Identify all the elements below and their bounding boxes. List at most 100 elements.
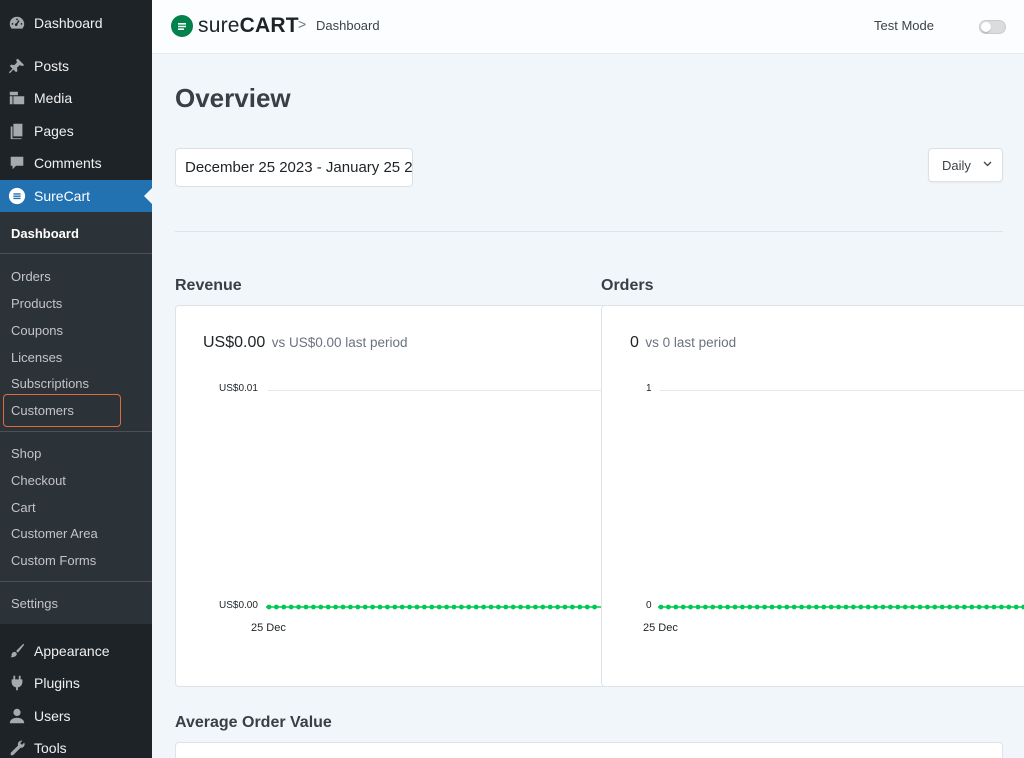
orders-data-point [843, 604, 849, 610]
surecart-logo[interactable]: sureCART [171, 13, 299, 39]
revenue-data-point [296, 604, 301, 610]
submenu-licenses[interactable]: Licenses [11, 350, 62, 365]
orders-data-point [880, 604, 886, 610]
submenu-cart[interactable]: Cart [11, 500, 36, 515]
page-title: Overview [175, 83, 291, 113]
revenue-data-point [496, 604, 501, 610]
revenue-data-point [385, 604, 390, 610]
orders-data-point [732, 604, 738, 610]
orders-compare: vs 0 last period [645, 335, 737, 350]
submenu-coupons[interactable]: Coupons [11, 323, 63, 338]
revenue-data-point [362, 604, 368, 610]
revenue-data-point [451, 604, 457, 610]
breadcrumb-separator: > [298, 16, 307, 32]
orders-series-line [658, 604, 1024, 610]
submenu-orders[interactable]: Orders [11, 269, 51, 284]
submenu-settings[interactable]: Settings [11, 596, 58, 611]
menu-item-dashboard[interactable]: Dashboard [0, 7, 152, 39]
user-icon [8, 707, 26, 725]
orders-data-point [703, 604, 708, 610]
orders-data-point [784, 604, 790, 610]
revenue-data-point [281, 604, 287, 610]
menu-label: Pages [34, 123, 74, 139]
menu-item-users[interactable]: Users [0, 700, 152, 732]
orders-data-point [910, 604, 915, 610]
orders-data-point [747, 604, 753, 610]
menu-item-plugins[interactable]: Plugins [0, 667, 152, 699]
orders-data-point [932, 604, 938, 610]
menu-item-tools[interactable]: Tools [0, 732, 152, 758]
menu-item-media[interactable]: Media [0, 82, 152, 114]
revenue-data-point [414, 604, 420, 610]
revenue-value: US$0.00 [203, 334, 266, 351]
revenue-data-point [592, 604, 597, 610]
section-divider [175, 231, 1003, 232]
plugin-icon [8, 674, 26, 692]
orders-data-point [695, 604, 701, 610]
revenue-data-point [518, 604, 523, 610]
orders-data-point [658, 604, 664, 610]
submenu-checkout[interactable]: Checkout [11, 473, 66, 488]
menu-label: Comments [34, 155, 102, 171]
orders-data-point [836, 604, 841, 610]
revenue-data-point [473, 604, 479, 610]
orders-data-point [673, 604, 679, 610]
revenue-data-point [266, 604, 272, 610]
menu-item-surecart[interactable]: SureCart [0, 180, 152, 212]
revenue-gridline [268, 390, 601, 391]
orders-data-point [954, 604, 960, 610]
revenue-data-point [503, 604, 509, 610]
orders-data-point [976, 604, 982, 610]
menu-label: Dashboard [34, 15, 103, 31]
toggle-knob [981, 22, 991, 32]
aov-heading: Average Order Value [175, 714, 332, 731]
wrench-icon [8, 739, 26, 757]
revenue-data-point [399, 604, 405, 610]
submenu-custom-forms[interactable]: Custom Forms [11, 553, 96, 568]
surecart-wordmark: sureCART [198, 14, 299, 37]
media-icon [8, 89, 26, 107]
menu-label: SureCart [34, 188, 91, 204]
test-mode-toggle[interactable] [979, 20, 1006, 34]
orders-gridline [660, 390, 1024, 391]
menu-item-posts[interactable]: Posts [0, 50, 152, 82]
revenue-y-tick-top: US$0.01 [219, 383, 258, 394]
admin-sidebar: Dashboard Posts Media Pages Comments Sur… [0, 0, 152, 758]
orders-data-point [777, 604, 782, 610]
date-range-picker[interactable]: December 25 2023 - January 25 2024 [175, 148, 413, 187]
top-bar: sureCART > Dashboard Test Mode [152, 0, 1024, 54]
orders-data-point [717, 604, 723, 610]
orders-data-point [688, 604, 693, 610]
revenue-data-point [274, 604, 279, 610]
aov-card [175, 742, 1003, 758]
orders-data-point [969, 604, 975, 610]
submenu-products[interactable]: Products [11, 296, 62, 311]
orders-data-point [769, 604, 775, 610]
menu-item-comments[interactable]: Comments [0, 147, 152, 179]
revenue-data-point [562, 604, 568, 610]
submenu-customer-area[interactable]: Customer Area [11, 526, 98, 541]
submenu-divider [0, 253, 152, 254]
revenue-data-point [436, 604, 442, 610]
orders-y-tick-bottom: 0 [646, 600, 652, 611]
pin-icon [8, 57, 26, 75]
surecart-icon [8, 187, 26, 205]
interval-select-value: Daily [942, 158, 971, 173]
orders-data-point [947, 604, 952, 610]
orders-data-point [821, 604, 827, 610]
revenue-data-point [377, 604, 383, 610]
menu-item-appearance[interactable]: Appearance [0, 635, 152, 667]
submenu-dashboard[interactable]: Dashboard [11, 226, 79, 241]
orders-data-point [858, 604, 864, 610]
orders-data-point [939, 604, 945, 610]
revenue-data-point [525, 604, 531, 610]
orders-data-point [925, 604, 930, 610]
orders-data-point [999, 604, 1004, 610]
menu-label: Users [34, 708, 71, 724]
revenue-data-point [555, 604, 560, 610]
brush-icon [8, 642, 26, 660]
menu-item-pages[interactable]: Pages [0, 115, 152, 147]
interval-select[interactable]: Daily [928, 148, 1003, 182]
submenu-shop[interactable]: Shop [11, 446, 41, 461]
submenu-subscriptions[interactable]: Subscriptions [11, 376, 89, 391]
